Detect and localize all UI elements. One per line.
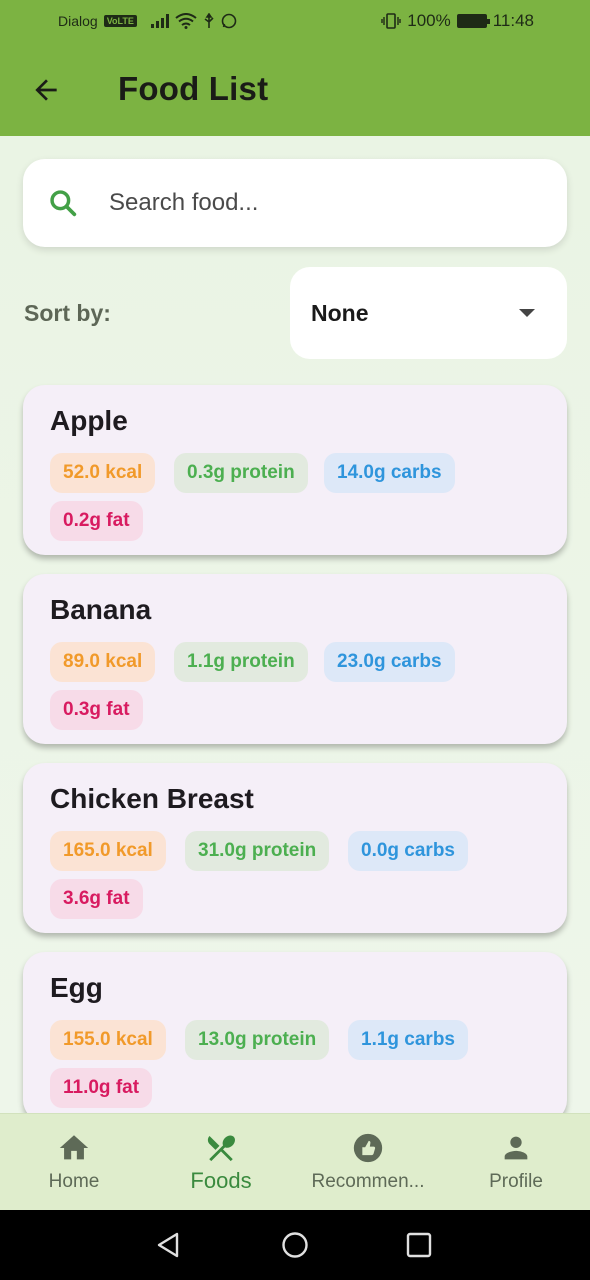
protein-chip: 1.1g protein [174, 642, 308, 682]
dropdown-arrow-icon [519, 309, 535, 317]
person-icon [499, 1131, 533, 1165]
nav-item-recommendations[interactable]: Recommen... [300, 1114, 436, 1211]
food-card[interactable]: Banana 89.0 kcal 1.1g protein 23.0g carb… [23, 574, 567, 744]
nav-label-recommendations: Recommen... [311, 1171, 425, 1192]
food-name: Chicken Breast [50, 783, 254, 814]
status-icons [150, 13, 237, 29]
signal-icon [150, 14, 169, 28]
nav-item-profile[interactable]: Profile [469, 1114, 563, 1211]
sort-dropdown[interactable]: None [290, 267, 567, 359]
status-bar: Dialog VoLTE 100% 11:48 [0, 0, 590, 46]
food-card[interactable]: Egg 155.0 kcal 13.0g protein 1.1g carbs … [23, 952, 567, 1113]
food-name: Banana [50, 594, 152, 625]
system-home-icon[interactable] [280, 1230, 310, 1260]
calories-chip: 165.0 kcal [50, 831, 166, 871]
protein-chip: 31.0g protein [185, 831, 330, 871]
system-navigation-bar [0, 1210, 590, 1280]
search-icon [50, 190, 77, 217]
fat-chip: 11.0g fat [50, 1068, 153, 1108]
calories-chip: 155.0 kcal [50, 1020, 166, 1060]
nav-label-foods: Foods [190, 1168, 252, 1193]
carbs-chip: 0.0g carbs [348, 831, 468, 871]
back-button[interactable] [26, 70, 66, 110]
status-right: 100% 11:48 [381, 11, 534, 31]
restaurant-icon [204, 1131, 238, 1165]
search-input[interactable] [109, 183, 529, 223]
nav-label-home: Home [48, 1171, 100, 1192]
sort-label: Sort by: [24, 300, 111, 326]
sort-selected-value: None [311, 300, 369, 326]
food-list-screen: Sort by: None Apple 52.0 kcal 0.3g prote… [0, 136, 590, 1113]
battery-percent: 100% [407, 11, 451, 30]
carbs-chip: 1.1g carbs [348, 1020, 468, 1060]
whatsapp-icon [221, 13, 237, 29]
food-card[interactable]: Chicken Breast 165.0 kcal 31.0g protein … [23, 763, 567, 933]
clock: 11:48 [492, 11, 534, 30]
nav-label-profile: Profile [489, 1171, 543, 1192]
battery-icon [456, 14, 490, 28]
calories-chip: 89.0 kcal [50, 642, 156, 682]
fat-chip: 0.2g fat [50, 501, 143, 541]
nav-item-foods[interactable]: Foods [174, 1114, 268, 1211]
thumb-up-icon [351, 1131, 385, 1165]
wifi-icon [175, 13, 197, 29]
arrow-back-icon [35, 79, 57, 101]
system-recents-icon[interactable] [404, 1230, 434, 1260]
home-icon [57, 1131, 91, 1165]
food-card[interactable]: Apple 52.0 kcal 0.3g protein 14.0g carbs… [23, 385, 567, 555]
status-left: Dialog VoLTE [58, 13, 237, 29]
food-name: Egg [50, 972, 103, 1003]
bottom-navigation: Home Foods Recommen... Profile [0, 1113, 590, 1210]
vibrate-icon [381, 13, 401, 29]
volte-badge: VoLTE [103, 15, 137, 27]
usb-icon [204, 13, 214, 28]
fat-chip: 3.6g fat [50, 879, 143, 919]
protein-chip: 0.3g protein [174, 453, 308, 493]
food-name: Apple [50, 405, 128, 436]
calories-chip: 52.0 kcal [50, 453, 156, 493]
carbs-chip: 23.0g carbs [324, 642, 455, 682]
carbs-chip: 14.0g carbs [324, 453, 455, 493]
system-back-icon[interactable] [153, 1230, 183, 1260]
carrier-name: Dialog [58, 13, 98, 29]
protein-chip: 13.0g protein [185, 1020, 330, 1060]
nav-item-home[interactable]: Home [27, 1114, 121, 1211]
fat-chip: 0.3g fat [50, 690, 143, 730]
page-title: Food List [118, 70, 269, 107]
search-box[interactable] [23, 159, 567, 247]
app-bar: Food List [0, 46, 590, 136]
